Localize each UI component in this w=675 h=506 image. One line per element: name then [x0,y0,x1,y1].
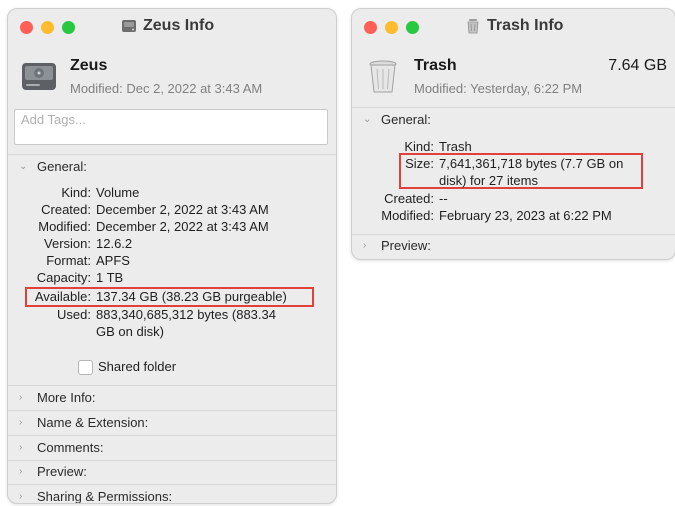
title-bar: Trash Info [352,9,675,45]
chevron-down-icon: ⌄ [363,114,372,125]
divider [8,154,336,155]
divider [8,410,336,411]
row-label: Size: [405,156,434,171]
row-value: December 2, 2022 at 3:43 AM [96,202,269,217]
window-title: Zeus Info [121,17,214,35]
section-label: Name & Extension: [37,415,149,430]
section-label: Comments: [37,440,104,455]
divider [8,460,336,461]
row-value: 1 TB [96,270,124,285]
section-label: Preview: [381,238,431,253]
row-label: Created: [41,202,91,217]
zoom-button[interactable] [62,21,75,34]
divider [8,385,336,386]
section-name-extension[interactable]: › Name & Extension: [19,415,148,430]
section-preview[interactable]: › Preview: [19,464,87,479]
section-sharing-permissions[interactable]: › Sharing & Permissions: [19,489,173,504]
row-label: Modified: [381,208,434,223]
tags-field[interactable]: Add Tags... [14,109,328,145]
row-value: -- [439,191,448,206]
window-title-text: Zeus Info [143,17,215,34]
shared-folder-checkbox[interactable] [78,360,93,375]
row-value: Volume [96,185,140,200]
item-name: Zeus [70,57,108,74]
row-value: 883,340,685,312 bytes (883.34 [96,307,276,322]
section-more-info[interactable]: › More Info: [19,390,96,405]
close-button[interactable] [364,21,377,34]
row-value: 137.34 GB (38.23 GB purgeable) [96,289,287,304]
chevron-right-icon: › [19,392,23,403]
section-general[interactable]: ⌄ General: [363,112,431,127]
row-label: Capacity: [36,270,91,285]
row-label: Kind: [61,185,91,200]
section-label: Sharing & Permissions: [37,489,173,504]
row-value: APFS [96,253,130,268]
row-value: February 23, 2023 at 6:22 PM [439,208,612,223]
minimize-button[interactable] [385,21,398,34]
drive-icon [121,18,137,34]
divider [8,484,336,485]
section-label: Preview: [37,464,87,479]
chevron-down-icon: ⌄ [19,161,28,172]
divider [352,234,675,235]
section-preview[interactable]: › Preview: [363,238,431,253]
divider [352,107,675,108]
section-label: More Info: [37,390,96,405]
window-title: Trash Info [465,17,563,35]
item-name: Trash [414,57,457,74]
chevron-right-icon: › [19,466,23,477]
volume-icon [20,57,58,95]
chevron-right-icon: › [19,417,23,428]
item-modified: Modified: Yesterday, 6:22 PM [414,81,583,96]
row-value: 7,641,361,718 bytes (7.7 GB on [439,156,624,171]
divider [8,435,336,436]
row-label: Used: [57,307,91,322]
chevron-right-icon: › [363,240,367,251]
section-label: General: [37,159,87,174]
row-label: Version: [44,236,91,251]
minimize-button[interactable] [41,21,54,34]
close-button[interactable] [20,21,33,34]
section-label: General: [381,112,431,127]
shared-folder-label: Shared folder [98,359,177,374]
trash-icon [465,18,481,34]
item-size: 7.64 GB [608,57,667,74]
row-label: Format: [46,253,91,268]
row-value: GB on disk) [96,324,164,339]
window-title-text: Trash Info [487,17,564,34]
row-value: disk) for 27 items [439,173,538,188]
item-modified: Modified: Dec 2, 2022 at 3:43 AM [70,81,263,96]
chevron-right-icon: › [19,491,23,502]
info-header: Zeus Modified: Dec 2, 2022 at 3:43 AM [8,45,336,109]
row-label: Available: [34,289,91,304]
zoom-button[interactable] [406,21,419,34]
row-value: 12.6.2 [96,236,133,251]
title-bar: Zeus Info [8,9,336,45]
info-header: Trash 7.64 GB Modified: Yesterday, 6:22 … [352,45,675,109]
trash-info-window: Trash Info Trash 7.64 GB Modified: Yeste… [351,8,675,260]
row-label: Created: [384,191,434,206]
section-comments[interactable]: › Comments: [19,440,103,455]
section-general[interactable]: ⌄ General: [19,159,87,174]
zeus-info-window: Zeus Info Zeus Modified: Dec 2, 2022 at … [7,8,337,504]
chevron-right-icon: › [19,442,23,453]
row-value: December 2, 2022 at 3:43 AM [96,219,269,234]
trash-can-icon [364,57,402,95]
row-label: Modified: [38,219,91,234]
